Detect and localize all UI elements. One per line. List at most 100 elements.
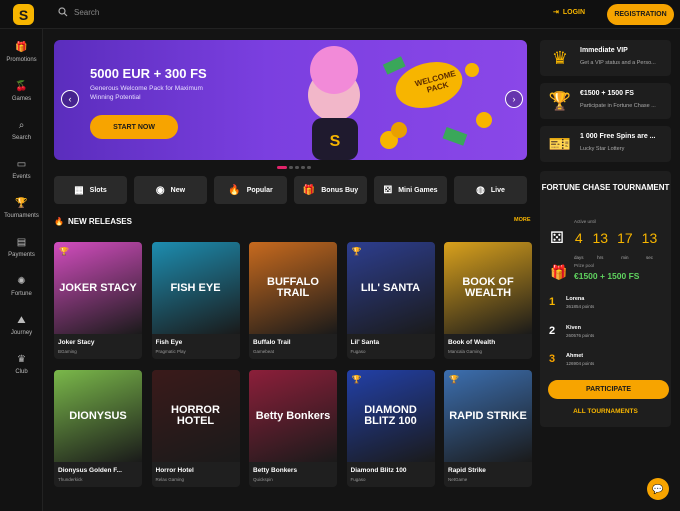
- chevron-right-icon: ›: [512, 94, 516, 104]
- game-card[interactable]: DIONYSUS Dionysus Golden F... Thunderkick: [54, 370, 142, 487]
- game-thumbnail: BUFFALO TRAIL: [249, 242, 337, 334]
- category-label: Bonus Buy: [321, 186, 359, 194]
- login-button[interactable]: ⇥ LOGIN: [553, 8, 585, 17]
- sidebar-item-club[interactable]: ♛ Club: [0, 354, 43, 375]
- calendar-icon: ▭: [16, 159, 27, 170]
- prize-pool-value: €1500 + 1500 FS: [574, 271, 640, 281]
- game-card[interactable]: Betty Bonkers Betty Bonkers Quickspin: [249, 370, 337, 487]
- hero-prev-arrow[interactable]: ‹: [61, 90, 79, 108]
- leader-name: Ahmet: [566, 353, 584, 359]
- new-icon: ◉: [155, 184, 165, 196]
- participate-button[interactable]: PARTICIPATE: [548, 380, 669, 399]
- game-provider: Fugaso: [350, 349, 366, 354]
- more-link[interactable]: MORE: [514, 217, 531, 223]
- hero-next-arrow[interactable]: ›: [505, 90, 523, 108]
- sidebar-item-label: Games: [11, 96, 32, 102]
- timer-value: 17: [617, 230, 633, 246]
- sidebar-item-payments[interactable]: ▤ Payments: [0, 237, 43, 258]
- game-art-title: BOOK OF WEALTH: [462, 276, 514, 299]
- category-label: Mini Games: [398, 186, 438, 194]
- game-provider: Relax Gaming: [155, 477, 185, 482]
- game-provider: BGaming: [58, 349, 77, 354]
- game-name: Dionysus Golden F...: [58, 467, 122, 474]
- sidebar-item-label: Club: [15, 369, 28, 375]
- game-card[interactable]: FISH EYE Fish Eye Pragmatic Play: [151, 242, 240, 359]
- promo-title: Immediate VIP: [580, 47, 628, 54]
- sidebar-item-tournaments[interactable]: 🏆 Tournaments: [0, 198, 43, 219]
- timer-days: 4 days: [574, 231, 584, 264]
- category-new[interactable]: ◉ New: [134, 176, 207, 204]
- game-provider: NetGame: [448, 477, 468, 482]
- top-bar: S Search ⇥ LOGIN REGISTRATION: [0, 0, 680, 29]
- registration-button[interactable]: REGISTRATION: [607, 4, 674, 25]
- game-provider: Fugaso: [350, 477, 366, 482]
- trophy-icon: 🏆: [548, 90, 572, 111]
- promo-fortune-chase[interactable]: 🏆 €1500 + 1500 FS Participate in Fortune…: [540, 83, 671, 119]
- category-live[interactable]: ◍ Live: [454, 176, 527, 204]
- game-art-title: BUFFALO TRAIL: [267, 276, 319, 299]
- promo-title: €1500 + 1500 FS: [580, 90, 634, 97]
- game-name: Betty Bonkers: [253, 467, 298, 474]
- category-label: Live: [490, 186, 505, 194]
- leader-points: 361854 points: [566, 304, 595, 309]
- crown-icon: ♛: [17, 354, 26, 365]
- category-label: New: [170, 186, 186, 194]
- carousel-dot[interactable]: [295, 166, 299, 169]
- sidebar-item-journey[interactable]: ⛰ Journey: [0, 315, 43, 336]
- game-provider: Pragmatic Play: [155, 349, 186, 354]
- game-card[interactable]: DIAMOND BLITZ 100 🏆 Diamond Blitz 100 Fugas…: [346, 370, 435, 487]
- category-popular[interactable]: 🔥 Popular: [214, 176, 287, 204]
- search-field[interactable]: Search: [58, 7, 99, 17]
- timer-value: 13: [592, 230, 609, 246]
- carousel-dot[interactable]: [307, 166, 311, 169]
- game-name: Joker Stacy: [58, 339, 95, 346]
- hero-subtitle: Generous Welcome Pack for Maximum Winnin…: [90, 85, 203, 101]
- sidebar-item-label: Journey: [10, 330, 33, 336]
- game-card[interactable]: HORROR HOTEL Horror Hotel Relax Gaming: [151, 370, 240, 487]
- hero-banner[interactable]: 5000 EUR + 300 FS Generous Welcome Pack …: [54, 40, 527, 160]
- game-card[interactable]: BUFFALO TRAIL Buffalo Trail Gamebeat: [249, 242, 337, 359]
- category-mini-games[interactable]: ⚄ Mini Games: [374, 176, 447, 204]
- search-icon: ⌕: [18, 120, 25, 131]
- card-icon: ▤: [16, 237, 27, 248]
- leader-row: 3 Ahmet 126904 points: [549, 353, 594, 366]
- all-tournaments-link[interactable]: ALL TOURNAMENTS: [540, 408, 671, 415]
- chat-button[interactable]: 💬: [647, 478, 669, 500]
- wheel-icon: ✺: [17, 276, 26, 287]
- game-art-title: JOKER STACY: [59, 281, 137, 294]
- dice-icon: ⚄: [550, 230, 564, 247]
- game-card[interactable]: BOOK OF WEALTH Book of Wealth Mancala Gami…: [444, 242, 532, 359]
- gift-icon: 🎁: [15, 42, 28, 53]
- sidebar-item-events[interactable]: ▭ Events: [0, 159, 43, 180]
- carousel-dot[interactable]: [289, 166, 293, 169]
- promo-immediate-vip[interactable]: ♛ Immediate VIP Get a VIP status and a P…: [540, 40, 671, 76]
- ticket-icon: 🎫: [548, 133, 572, 154]
- logo[interactable]: S: [13, 4, 34, 25]
- start-now-button[interactable]: START NOW: [90, 115, 178, 139]
- carousel-dot[interactable]: [301, 166, 305, 169]
- carousel-dots: [277, 166, 311, 169]
- category-bonus-buy[interactable]: 🎁 Bonus Buy: [294, 176, 367, 204]
- cherry-icon: 🍒: [15, 81, 28, 92]
- game-card[interactable]: LIL' SANTA 🏆 Lil' Santa Fugaso: [346, 242, 435, 359]
- game-thumbnail: DIONYSUS: [54, 370, 142, 462]
- category-slots[interactable]: ▦ Slots: [54, 176, 127, 204]
- sidebar: 🎁 Promotions 🍒 Games ⌕ Search ▭ Events 🏆 Tour…: [0, 29, 43, 511]
- game-card[interactable]: RAPID STRIKE 🏆 Rapid Strike NetGame: [444, 370, 532, 487]
- game-name: Fish Eye: [155, 339, 183, 346]
- sidebar-item-games[interactable]: 🍒 Games: [0, 81, 43, 102]
- chevron-left-icon: ‹: [68, 94, 72, 104]
- trophy-icon: 🏆: [351, 247, 362, 256]
- sidebar-item-label: Search: [11, 135, 31, 141]
- promo-free-spins[interactable]: 🎫 1 000 Free Spins are ... Lucky Star Lo…: [540, 126, 671, 162]
- logo-letter: S: [18, 6, 29, 23]
- sidebar-item-search[interactable]: ⌕ Search: [0, 120, 43, 141]
- game-card[interactable]: JOKER STACY 🏆 Joker Stacy BGaming: [54, 242, 142, 359]
- sidebar-item-fortune[interactable]: ✺ Fortune: [0, 276, 43, 297]
- carousel-dot[interactable]: [277, 166, 287, 169]
- countdown-timer: 4 days 13 hrs 17 min 13 sec: [574, 231, 657, 264]
- sidebar-item-promotions[interactable]: 🎁 Promotions: [0, 42, 43, 63]
- slot-icon: ▦: [74, 184, 84, 196]
- game-provider: Gamebeat: [253, 349, 275, 354]
- game-provider: Mancala Gaming: [448, 349, 483, 354]
